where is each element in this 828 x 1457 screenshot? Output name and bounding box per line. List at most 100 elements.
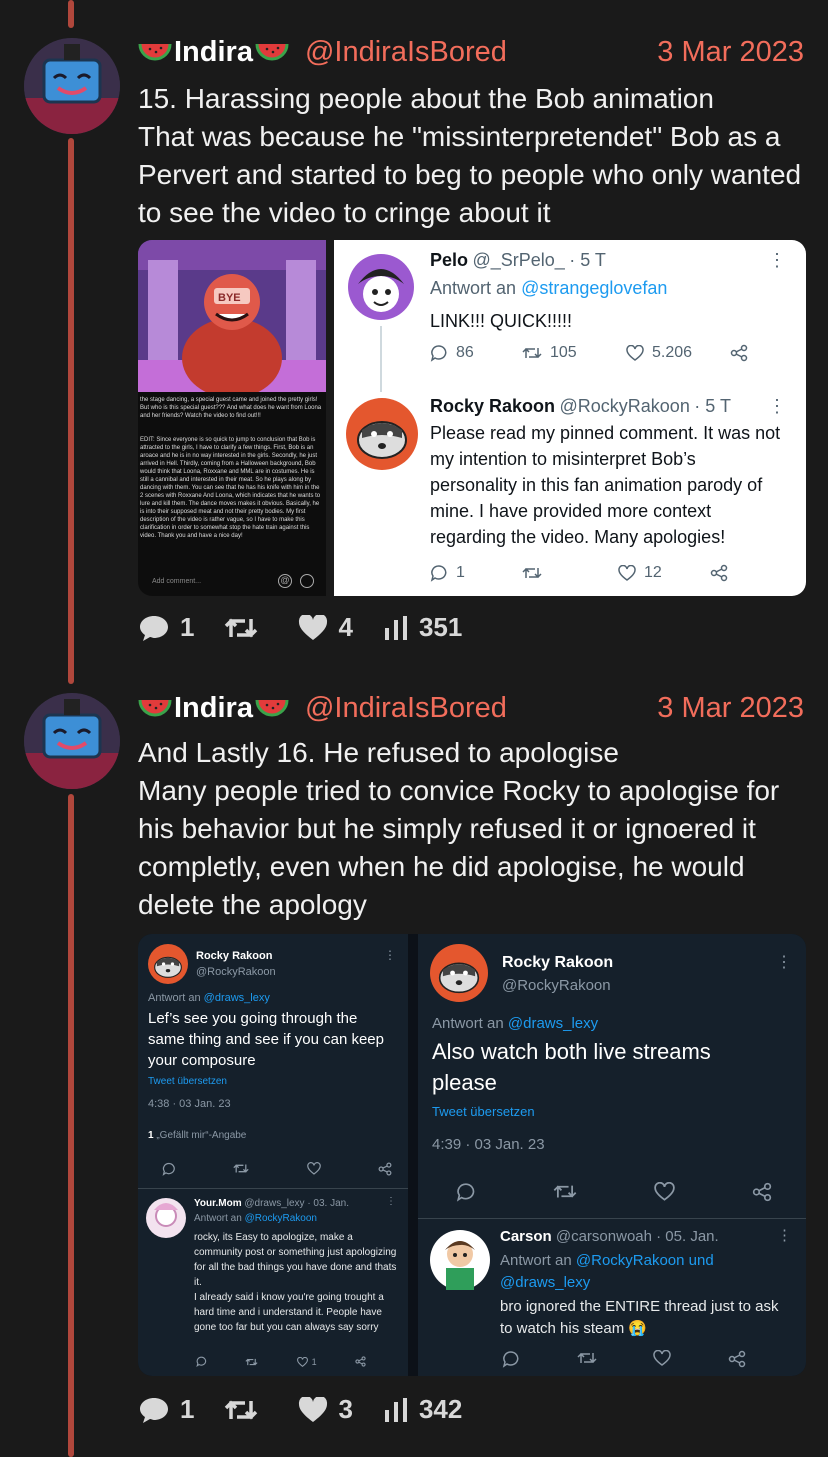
media-image-2[interactable]: Rocky Rakoon @RockyRakoon ⋮ Antwort an @… — [138, 934, 806, 1376]
like-button[interactable]: 1 — [296, 1356, 317, 1367]
translate-link[interactable]: Tweet übersetzen — [432, 1104, 535, 1119]
heart-icon — [626, 345, 644, 361]
tweet-handle[interactable]: @RockyRakoon — [196, 966, 276, 978]
avatar[interactable] — [24, 693, 120, 789]
tweet-author-name[interactable]: Rocky Rakoon — [196, 950, 272, 962]
reply-icon[interactable] — [502, 1350, 520, 1368]
reply-to-link[interactable]: @strangeglovefan — [521, 278, 667, 298]
heart-icon[interactable] — [654, 1182, 675, 1201]
reply-button[interactable]: 1 — [430, 564, 522, 582]
share-icon[interactable] — [728, 1350, 746, 1368]
reply-icon — [430, 345, 447, 362]
tweet-time[interactable]: · 5 T — [694, 396, 731, 416]
reply-icon — [430, 565, 447, 582]
tweet-screenshot-right: Rocky Rakoon @RockyRakoon ⋮ Antwort an @… — [418, 934, 806, 1376]
reply-header: Your.Mom @draws_lexy · 03. Jan. — [194, 1198, 349, 1209]
reply-icon[interactable] — [162, 1162, 176, 1176]
reply-to-link[interactable]: @draws_lexy — [508, 1015, 598, 1032]
avatar[interactable] — [348, 254, 414, 320]
comment-icon — [140, 615, 168, 641]
mention-icon[interactable]: @ — [278, 574, 292, 588]
author-name[interactable]: Indira — [138, 692, 289, 725]
tweet-author-name[interactable]: Rocky Rakoon — [502, 954, 613, 972]
tweet-time[interactable]: · 5 T — [569, 250, 606, 270]
author-handle[interactable]: @IndiraIsBored — [305, 692, 507, 725]
reply-time[interactable]: · 05. Jan. — [656, 1228, 719, 1245]
share-button[interactable] — [730, 344, 748, 362]
post-date[interactable]: 3 Mar 2023 — [657, 692, 804, 725]
tweet-screenshot-left: Rocky Rakoon @RockyRakoon ⋮ Antwort an @… — [138, 934, 408, 1376]
retweet-icon[interactable] — [233, 1162, 249, 1175]
reply-stat[interactable]: 1 — [138, 612, 194, 643]
share-icon[interactable] — [355, 1356, 366, 1367]
more-icon[interactable]: ⋮ — [768, 396, 786, 417]
avatar[interactable] — [346, 398, 418, 470]
retweet-icon — [522, 347, 542, 359]
emoji-icon[interactable] — [300, 574, 314, 588]
reply-text: rocky, its Easy to apologize, make a com… — [194, 1232, 397, 1288]
reply-to-link[interactable]: @RockyRakoon — [245, 1213, 317, 1224]
tweet-likes-summary[interactable]: 1 „Gefällt mir“-Angabe — [148, 1130, 246, 1141]
views-stat[interactable]: 342 — [383, 1394, 462, 1425]
heart-icon[interactable] — [653, 1350, 672, 1366]
reply-handle[interactable]: @draws_lexy — [244, 1198, 304, 1209]
author-handle[interactable]: @IndiraIsBored — [305, 36, 507, 69]
tweet-handle[interactable]: @RockyRakoon — [560, 396, 690, 416]
tweet-handle[interactable]: @_SrPelo_ — [472, 250, 564, 270]
watermelon-icon — [255, 43, 289, 61]
like-button[interactable]: 5.206 — [626, 344, 730, 362]
reply-prefix: Antwort an — [430, 278, 517, 298]
tweet-author-name[interactable]: Rocky Rakoon — [430, 396, 555, 416]
media-image-1[interactable]: BYE the stage dancing, a special guest c… — [138, 240, 806, 596]
tweet-card: Pelo @_SrPelo_ · 5 T ⋮ Antwort an @stran… — [334, 240, 806, 596]
retweet-button[interactable] — [522, 565, 618, 581]
share-button[interactable] — [710, 564, 728, 582]
bye-badge: BYE — [218, 292, 241, 304]
reply-handle[interactable]: @carsonwoah — [556, 1228, 652, 1245]
like-button[interactable]: 12 — [618, 564, 710, 582]
more-icon[interactable]: ⋮ — [768, 250, 786, 271]
reply-author-name[interactable]: Carson — [500, 1228, 552, 1245]
post-date[interactable]: 3 Mar 2023 — [657, 36, 804, 69]
heart-icon[interactable] — [306, 1162, 321, 1175]
avatar[interactable] — [430, 1230, 490, 1290]
more-icon[interactable]: ⋮ — [384, 948, 396, 962]
reply-time[interactable]: · 03. Jan. — [307, 1198, 349, 1209]
more-icon[interactable]: ⋮ — [776, 952, 792, 972]
reply-icon[interactable] — [196, 1356, 207, 1367]
like-stat[interactable]: 4 — [298, 612, 353, 643]
share-icon[interactable] — [752, 1182, 772, 1202]
reply-action-bar — [502, 1350, 746, 1368]
reply-button[interactable]: 86 — [430, 344, 522, 362]
reply-to-link[interactable]: @draws_lexy — [204, 992, 270, 1004]
post-stats: 1 4 351 — [138, 612, 492, 643]
divider — [418, 1218, 806, 1219]
retweet-icon[interactable] — [245, 1357, 258, 1367]
heart-icon — [299, 614, 328, 640]
repost-stat[interactable] — [224, 1397, 268, 1423]
translate-link[interactable]: Tweet übersetzen — [148, 1076, 227, 1087]
avatar[interactable] — [430, 944, 488, 1002]
action-bar — [456, 1182, 772, 1202]
avatar[interactable] — [24, 38, 120, 134]
like-stat[interactable]: 3 — [298, 1394, 353, 1425]
author-name[interactable]: Indira — [138, 36, 289, 69]
watermelon-icon — [138, 43, 172, 61]
comment-input[interactable]: Add comment... — [152, 578, 201, 585]
reply-stat[interactable]: 1 — [138, 1394, 194, 1425]
reply-author-name[interactable]: Your.Mom — [194, 1198, 242, 1209]
views-stat[interactable]: 351 — [383, 612, 462, 643]
reply-icon[interactable] — [456, 1182, 476, 1202]
more-icon[interactable]: ⋮ — [386, 1196, 396, 1207]
avatar[interactable] — [146, 1198, 186, 1238]
post-stats: 1 3 342 — [138, 1394, 492, 1425]
tweet-author-name[interactable]: Pelo — [430, 250, 468, 270]
retweet-icon[interactable] — [577, 1350, 597, 1366]
share-icon[interactable] — [378, 1162, 392, 1176]
more-icon[interactable]: ⋮ — [777, 1226, 792, 1244]
repost-stat[interactable] — [224, 615, 268, 641]
retweet-button[interactable]: 105 — [522, 344, 626, 362]
avatar[interactable] — [148, 944, 188, 984]
retweet-icon[interactable] — [553, 1182, 577, 1201]
tweet-handle[interactable]: @RockyRakoon — [502, 977, 611, 994]
